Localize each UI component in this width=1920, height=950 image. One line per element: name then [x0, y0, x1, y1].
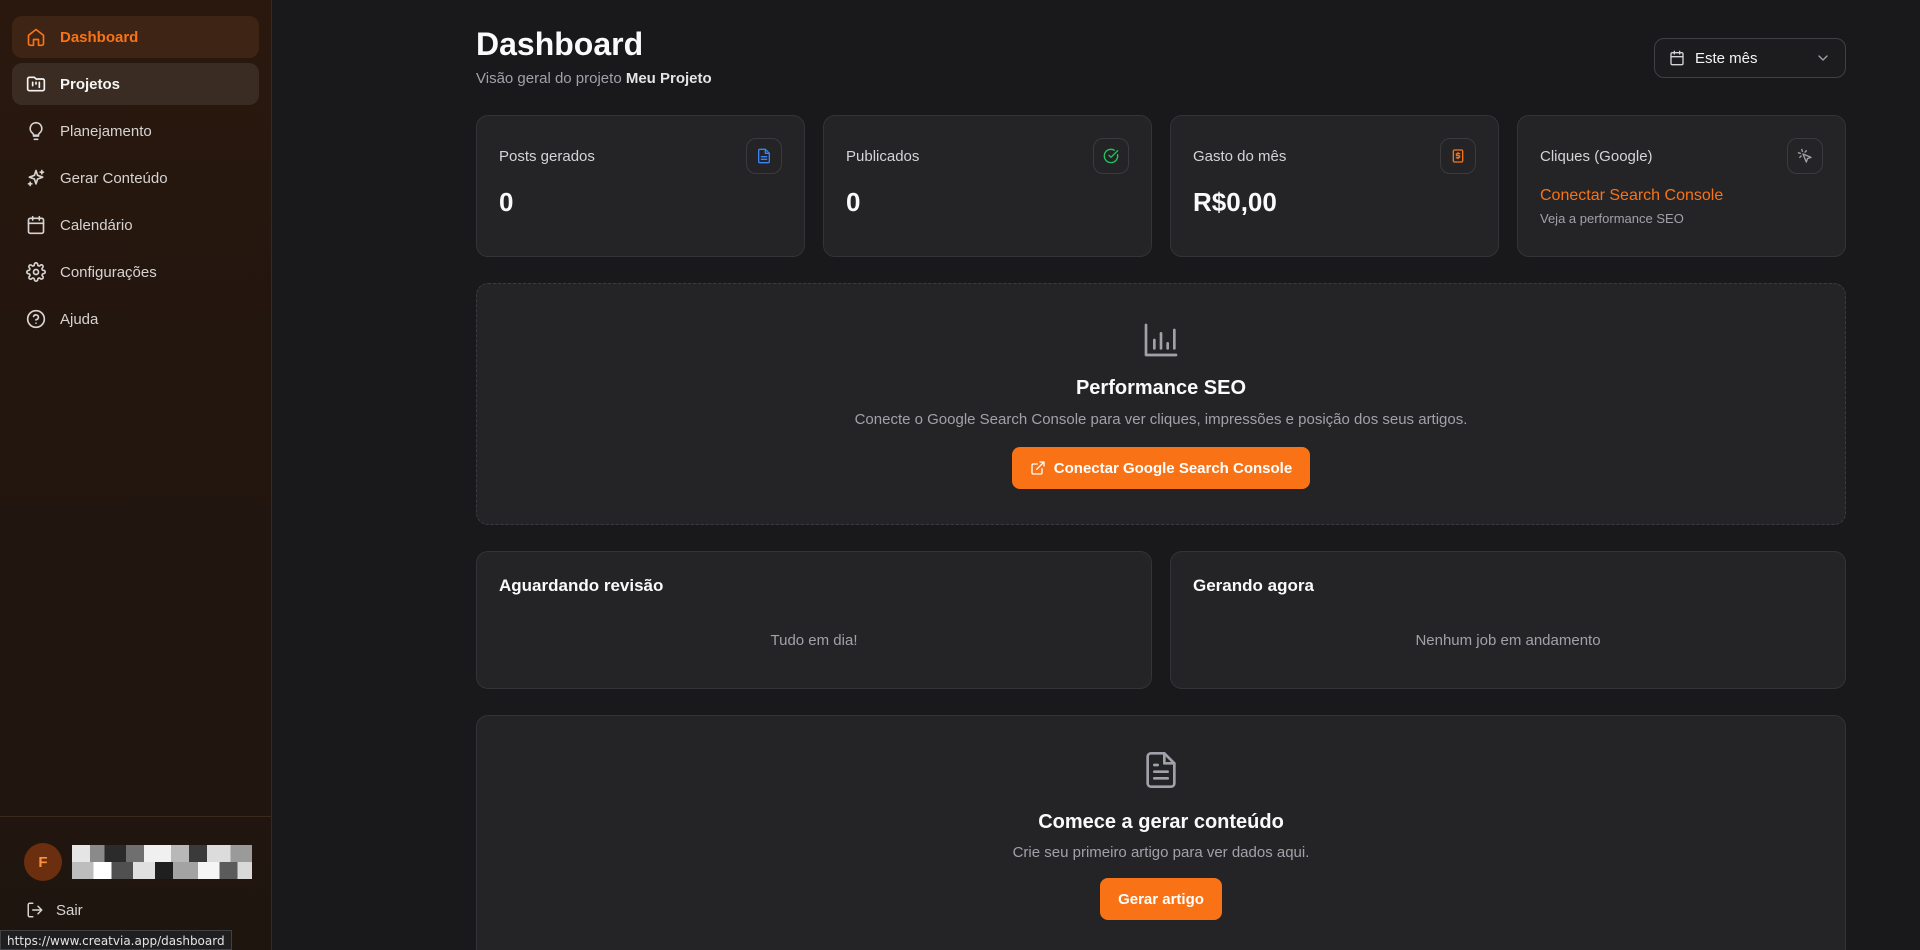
browser-status-url: https://www.creatvia.app/dashboard: [0, 930, 232, 950]
sidebar-item-planejamento[interactable]: Planejamento: [12, 110, 259, 152]
calendar-icon: [1670, 50, 1684, 66]
subtitle-prefix: Visão geral do projeto: [476, 70, 622, 87]
bar-chart-icon: [1144, 323, 1178, 357]
lightbulb-icon: [29, 121, 43, 141]
file-text-icon: [746, 138, 782, 174]
chevron-down-icon: [1818, 55, 1828, 61]
start-button-wrap: Gerar artigo: [477, 878, 1845, 920]
start-generating-card: Comece a gerar conteúdo Crie seu primeir…: [476, 715, 1846, 950]
sparkles-icon: [27, 169, 45, 187]
generate-article-button[interactable]: Gerar artigo: [1100, 878, 1222, 920]
stat-value: 0: [846, 187, 861, 217]
stat-card-gasto: Gasto do mês R$0,00: [1170, 115, 1499, 257]
generating-panel: Gerando agora Nenhum job em andamento: [1170, 551, 1846, 689]
button-label: Gerar artigo: [1118, 890, 1204, 908]
review-title: Aguardando revisão: [499, 576, 664, 595]
gear-icon: [26, 262, 46, 282]
home-icon: [27, 28, 45, 47]
connect-google-search-console-button[interactable]: Conectar Google Search Console: [1011, 447, 1311, 489]
stat-hint: Veja a performance SEO: [1540, 211, 1684, 226]
start-description: Crie seu primeiro artigo para ver dados …: [1012, 844, 1310, 861]
review-empty: Tudo em dia!: [770, 632, 858, 649]
help-circle-icon: [26, 309, 46, 329]
generating-empty: Nenhum job em andamento: [1415, 632, 1601, 649]
sidebar-item-calendario[interactable]: Calendário: [12, 204, 259, 246]
connect-search-console-link[interactable]: Conectar Search Console: [1540, 187, 1823, 205]
page-subtitle: Visão geral do projeto Meu Projeto: [476, 70, 712, 87]
receipt-dollar-icon: [1440, 138, 1476, 174]
project-name: Meu Projeto: [625, 70, 712, 87]
sidebar-item-configuracoes[interactable]: Configurações: [12, 251, 259, 293]
review-panel: Aguardando revisão Tudo em dia!: [476, 551, 1152, 689]
page-title: Dashboard: [476, 26, 644, 62]
sidebar-item-label: Projetos: [60, 75, 121, 93]
sidebar-item-ajuda[interactable]: Ajuda: [12, 298, 259, 340]
external-link-icon: [1031, 461, 1045, 475]
sidebar-item-dashboard[interactable]: Dashboard: [12, 16, 259, 58]
stat-card-posts: Posts gerados 0: [476, 115, 805, 257]
stat-value: R$0,00: [1193, 187, 1277, 217]
stat-label: Publicados: [846, 148, 920, 165]
calendar-icon: [27, 215, 45, 235]
sidebar-item-gerar-conteudo[interactable]: Gerar Conteúdo: [12, 157, 259, 199]
logout-icon: [27, 902, 43, 918]
sidebar-item-projetos[interactable]: Projetos: [12, 63, 259, 105]
button-label: Conectar Google Search Console: [1053, 459, 1293, 477]
user-name-redacted: [72, 845, 252, 879]
seo-description: Conecte o Google Search Console para ver…: [854, 411, 1468, 428]
sidebar: Dashboard Projetos Planejamento Gerar Co…: [0, 0, 272, 950]
sidebar-item-label: Gerar Conteúdo: [60, 169, 168, 187]
check-circle-icon: [1093, 138, 1129, 174]
seo-performance-card: Performance SEO Conecte o Google Search …: [476, 283, 1846, 525]
stats-row: Posts gerados 0 Publicados 0 Gasto do mê…: [476, 115, 1846, 257]
sidebar-nav: Dashboard Projetos Planejamento Gerar Co…: [0, 0, 271, 340]
sidebar-item-label: Calendário: [60, 216, 133, 234]
logout-button[interactable]: Sair: [0, 881, 272, 919]
sidebar-item-label: Dashboard: [60, 28, 139, 46]
stat-card-publicados: Publicados 0: [823, 115, 1152, 257]
period-select[interactable]: Este mês: [1654, 38, 1846, 78]
stat-value: 0: [499, 187, 514, 217]
generating-title: Gerando agora: [1193, 576, 1314, 595]
main-content: Dashboard Visão geral do projeto Meu Pro…: [476, 0, 1846, 950]
folder-kanban-icon: [26, 76, 46, 92]
user-profile[interactable]: F: [0, 817, 272, 881]
stat-card-cliques: Cliques (Google) Conectar Search Console…: [1517, 115, 1846, 257]
sidebar-item-label: Ajuda: [60, 310, 99, 328]
stat-label: Gasto do mês: [1193, 148, 1287, 165]
status-panels: Aguardando revisão Tudo em dia! Gerando …: [476, 551, 1846, 689]
stat-label: Posts gerados: [499, 148, 595, 165]
sidebar-item-label: Planejamento: [60, 122, 152, 140]
mouse-pointer-click-icon: [1787, 138, 1823, 174]
sidebar-item-label: Configurações: [60, 263, 157, 281]
stat-label: Cliques (Google): [1540, 148, 1653, 165]
period-select-value: Este mês: [1695, 49, 1758, 67]
page-header: Dashboard Visão geral do projeto Meu Pro…: [476, 0, 1846, 115]
file-text-icon: [1146, 752, 1176, 788]
seo-title: Performance SEO: [1075, 377, 1247, 399]
avatar: F: [24, 843, 62, 881]
start-title: Comece a gerar conteúdo: [1038, 811, 1284, 833]
logout-label: Sair: [56, 901, 83, 919]
seo-button-wrap: Conectar Google Search Console: [477, 447, 1845, 489]
